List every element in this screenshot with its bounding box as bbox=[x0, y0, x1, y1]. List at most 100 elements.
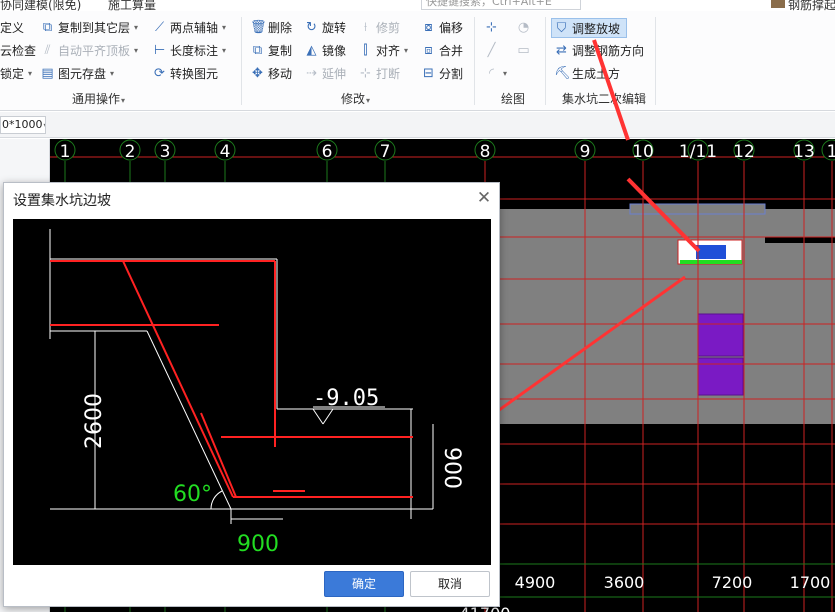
axis-label: 2 bbox=[125, 142, 136, 162]
axis-label: 1 bbox=[827, 142, 835, 162]
delete-button[interactable]: 🗑 删除 bbox=[250, 17, 292, 37]
copy-label: 复制 bbox=[268, 43, 293, 58]
search-placeholder: 快捷键搜索，Ctrl+Alt+E bbox=[426, 0, 552, 8]
move-icon: ✥ bbox=[252, 65, 263, 81]
user-avatar[interactable] bbox=[771, 0, 785, 8]
depth-label: 2600 bbox=[82, 393, 107, 449]
right-dim-label: 900 bbox=[439, 447, 464, 489]
mirror-icon: ◭ bbox=[306, 42, 317, 58]
chevron-down-icon: ▾ bbox=[503, 68, 508, 78]
bottom-dim-label[interactable]: 900 bbox=[237, 532, 279, 557]
align-button[interactable]: ⫿ 对齐 ▾ bbox=[358, 40, 408, 60]
delete-icon: 🗑 bbox=[250, 19, 267, 35]
axis-label: 12 bbox=[733, 142, 755, 162]
offset-icon: ⧇ bbox=[424, 19, 433, 35]
chevron-down-icon: ▾ bbox=[134, 22, 139, 32]
close-icon[interactable]: ✕ bbox=[473, 187, 495, 209]
ribbon-cloud-check-button[interactable]: 云检查 bbox=[0, 40, 36, 60]
dimension-texts: 490036007200170041700 bbox=[460, 573, 831, 612]
group-label-modify: 修改▾ bbox=[341, 90, 370, 107]
copy-to-other-layer-button[interactable]: ⧉ 复制到其它层 ▾ bbox=[40, 17, 138, 37]
merge-button[interactable]: ⧈ 合并 bbox=[421, 40, 463, 60]
chevron-down-icon: ▾ bbox=[222, 45, 227, 55]
two-point-axis-button[interactable]: ⟋ 两点辅轴 ▾ bbox=[152, 17, 226, 37]
pit-slope-edge bbox=[680, 260, 742, 264]
draw-rotate-point-button[interactable]: ◔ bbox=[516, 17, 531, 37]
slope-angle-label[interactable]: 60° bbox=[173, 482, 212, 507]
chevron-down-icon: ▾ bbox=[222, 22, 227, 32]
chevron-down-icon[interactable]: ▾ bbox=[121, 96, 125, 105]
elev-marker-right bbox=[322, 408, 334, 425]
offset-button[interactable]: ⧇ 偏移 bbox=[421, 17, 463, 37]
group-separator bbox=[474, 17, 475, 105]
adjust-rebar-direction-icon: ⇄ bbox=[556, 42, 567, 58]
elevation-label: -9.05 bbox=[313, 386, 379, 411]
adjust-slope-icon: ⛉ bbox=[556, 20, 567, 36]
ok-button[interactable]: 确定 bbox=[324, 571, 404, 597]
save-element-button[interactable]: ▤ 图元存盘 ▾ bbox=[40, 63, 114, 83]
merge-icon: ⧈ bbox=[424, 42, 433, 58]
move-button[interactable]: ✥ 移动 bbox=[250, 63, 292, 83]
chevron-down-icon[interactable]: ▾ bbox=[366, 96, 370, 105]
align-icon: ⫿ bbox=[363, 42, 368, 58]
dialog-title: 设置集水坑边坡 bbox=[13, 193, 111, 209]
break-label: 打断 bbox=[376, 66, 401, 81]
chevron-down-icon: ▾ bbox=[44, 121, 46, 130]
draw-point-button[interactable]: ⊹ bbox=[484, 17, 499, 37]
ribbon-lock-button[interactable]: 锁定 ▾ bbox=[0, 63, 32, 83]
merge-label: 合并 bbox=[439, 43, 464, 58]
rectangle-icon: ▭ bbox=[517, 42, 530, 58]
cancel-button[interactable]: 取消 bbox=[410, 571, 490, 597]
split-button[interactable]: ⊟ 分割 bbox=[421, 63, 463, 83]
app-title: 协同建模(限免) bbox=[0, 0, 82, 11]
mirror-button[interactable]: ◭ 镜像 bbox=[304, 40, 347, 60]
generate-earthwork-icon: ⛏ bbox=[554, 65, 571, 81]
axis-label: 3 bbox=[160, 142, 171, 162]
length-dimension-button[interactable]: ⊢ 长度标注 ▾ bbox=[152, 40, 226, 60]
draw-arc-button[interactable]: ◜ ▾ bbox=[484, 63, 507, 83]
menu-construction-calc[interactable]: 施工算量 bbox=[108, 0, 156, 11]
crosshair-icon: ⊹ bbox=[486, 19, 497, 35]
trim-button[interactable]: ⟊ 修剪 bbox=[358, 17, 400, 37]
modify-group-label: 修改 bbox=[341, 92, 366, 106]
dimension-label: 1700 bbox=[790, 573, 831, 592]
convert-element-button[interactable]: ⟳ 转换图元 bbox=[152, 63, 218, 83]
shortcut-search-input[interactable]: 快捷键搜索，Ctrl+Alt+E bbox=[421, 0, 581, 10]
chevron-down-icon: ▾ bbox=[134, 45, 139, 55]
chevron-down-icon: ▾ bbox=[28, 68, 33, 78]
scale-dropdown[interactable]: 0*1000▾ bbox=[0, 116, 46, 134]
auto-align-label: 自动平齐顶板 bbox=[58, 43, 131, 58]
group-label-general: 通用操作▾ bbox=[72, 90, 125, 107]
copy-icon: ⧉ bbox=[252, 42, 263, 58]
axis-bubbles: 1 2 3 4 6 7 8 9 10 1/11 12 13 1 bbox=[54, 139, 835, 162]
extend-icon: ⇢ bbox=[306, 65, 317, 81]
set-pit-slope-dialog: 设置集水坑边坡 ✕ -9.05 2600 60° 900 900 确定 取消 bbox=[3, 182, 500, 607]
mirror-label: 镜像 bbox=[322, 43, 347, 58]
draw-line-button[interactable]: ╱ bbox=[484, 40, 499, 60]
offset-label: 偏移 bbox=[439, 20, 464, 35]
rotate-button[interactable]: ↻ 旋转 bbox=[304, 17, 346, 37]
extend-button[interactable]: ⇢ 延伸 bbox=[304, 63, 346, 83]
purple-element-1[interactable] bbox=[697, 313, 744, 357]
group-label-draw: 绘图 bbox=[501, 92, 526, 106]
break-button[interactable]: ⊹ 打断 bbox=[358, 63, 400, 83]
axis-label: 6 bbox=[322, 142, 333, 162]
axis-label: 7 bbox=[380, 142, 391, 162]
length-dimension-icon: ⊢ bbox=[153, 42, 166, 58]
split-icon: ⊟ bbox=[423, 65, 434, 81]
convert-element-icon: ⟳ bbox=[154, 65, 165, 81]
dimension-label: 3600 bbox=[604, 573, 645, 592]
angle-arc bbox=[210, 490, 223, 510]
axis-label: 1/11 bbox=[679, 142, 717, 162]
axis-label: 8 bbox=[480, 142, 491, 162]
title-bar: 协同建模(限免) 施工算量 bbox=[0, 0, 835, 11]
auto-align-icon: ⫽ bbox=[44, 42, 51, 58]
trim-icon: ⟊ bbox=[363, 19, 368, 35]
group-separator bbox=[241, 17, 242, 105]
lock-label: 锁定 bbox=[0, 66, 25, 81]
auto-align-top-slab-button[interactable]: ⫽ 自动平齐顶板 ▾ bbox=[40, 40, 138, 60]
ribbon-define-button[interactable]: 定义 bbox=[0, 17, 24, 37]
draw-rect-button[interactable]: ▭ bbox=[516, 40, 531, 60]
copy-button[interactable]: ⧉ 复制 bbox=[250, 40, 292, 60]
chevron-down-icon: ▾ bbox=[404, 45, 409, 55]
